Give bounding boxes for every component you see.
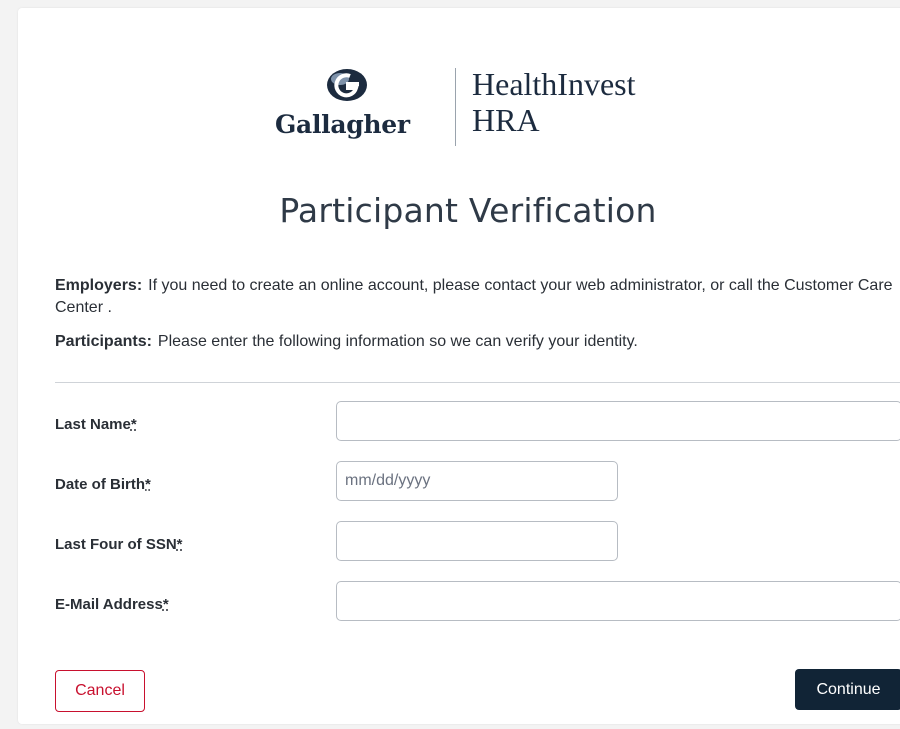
ssn-label-text: Last Four of SSN <box>55 536 177 553</box>
email-label-text: E-Mail Address <box>55 596 163 613</box>
dob-label: Date of Birth* <box>55 476 151 493</box>
employers-paragraph: Employers: If you need to create an onlin… <box>55 275 900 319</box>
last-name-input[interactable] <box>336 401 900 441</box>
gallagher-wordmark: Gallagher <box>275 110 410 139</box>
last-name-label-text: Last Name <box>55 416 131 433</box>
last-name-label: Last Name* <box>55 416 137 433</box>
section-divider <box>55 382 900 383</box>
employers-label: Employers: <box>55 277 143 294</box>
verification-card: Gallagher HealthInvest HRA Participant V… <box>18 8 900 724</box>
participants-label: Participants: <box>55 333 152 350</box>
participants-text: Please enter the following information s… <box>157 333 638 350</box>
cancel-button[interactable]: Cancel <box>55 670 145 712</box>
required-mark: * <box>130 416 137 433</box>
continue-button[interactable]: Continue <box>795 669 900 710</box>
required-mark: * <box>176 536 183 553</box>
ssn-label: Last Four of SSN* <box>55 536 183 553</box>
required-mark: * <box>145 476 151 493</box>
dob-input[interactable] <box>336 461 618 501</box>
required-mark: * <box>162 596 169 613</box>
page-title: Participant Verification <box>279 191 657 230</box>
ssn-last-four-input[interactable] <box>336 521 618 561</box>
product-line-2: HRA <box>472 102 540 138</box>
globe-logo-icon <box>327 69 367 101</box>
intro-text: Employers: If you need to create an onlin… <box>55 275 900 353</box>
product-line-1: HealthInvest <box>472 66 636 102</box>
product-name: HealthInvest HRA <box>472 66 636 138</box>
logo-divider <box>455 68 456 146</box>
email-label: E-Mail Address* <box>55 596 169 613</box>
participants-paragraph: Participants: Please enter the following … <box>55 331 900 353</box>
employers-text: If you need to create an online account,… <box>55 277 893 316</box>
brand-logo: Gallagher HealthInvest HRA <box>275 60 695 150</box>
dob-label-text: Date of Birth <box>55 476 145 493</box>
email-input[interactable] <box>336 581 900 621</box>
